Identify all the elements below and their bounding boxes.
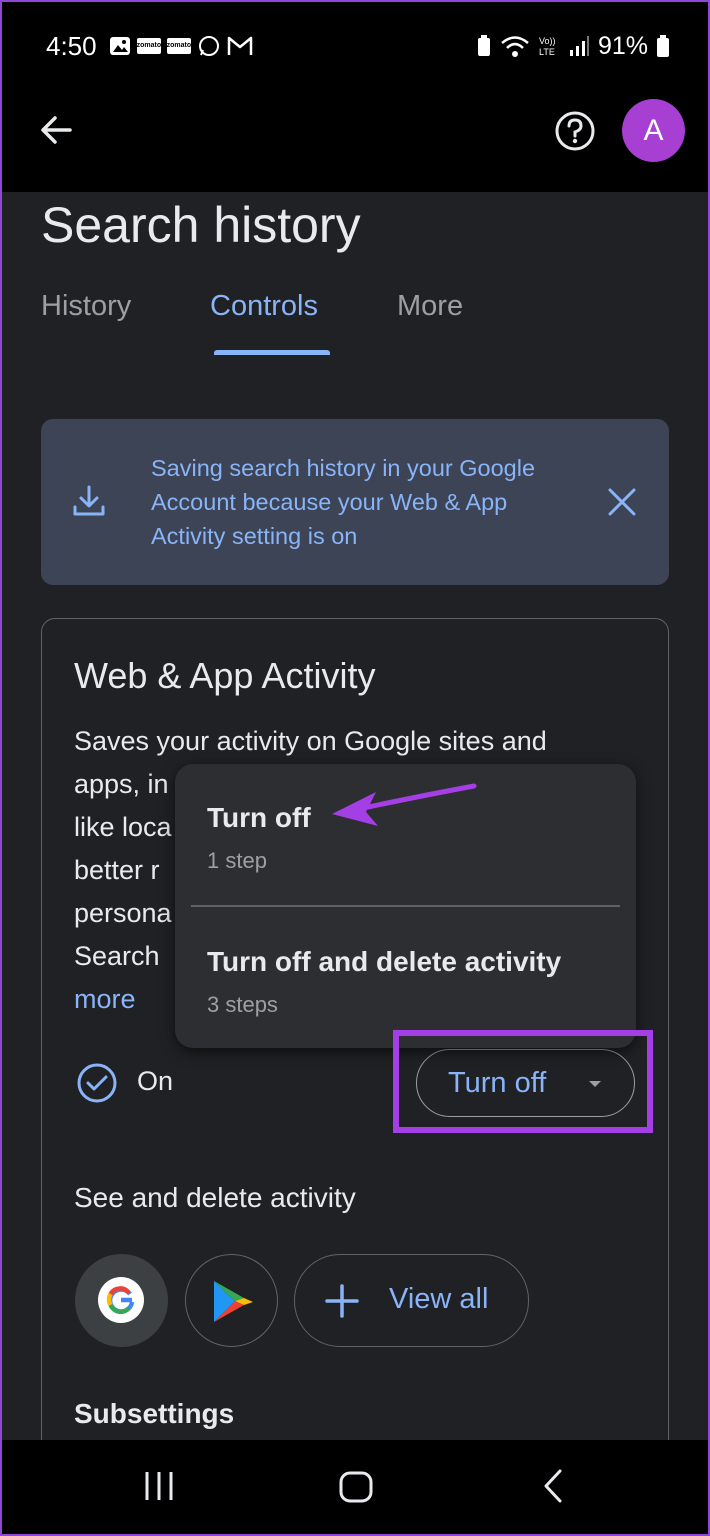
svg-text:Vo)): Vo)) [539,36,556,46]
option-subtitle: 1 step [207,848,267,873]
nav-back-icon[interactable] [542,1468,564,1504]
system-nav-bar [0,1440,710,1536]
top-app-bar: 4:50 zomato zomato Vo)) LTE 91% A [0,0,710,192]
annotation-arrow-icon [332,783,477,826]
zomato-icon: zomato [136,38,161,54]
recent-apps-icon[interactable] [144,1470,174,1502]
volte-icon: Vo))LTE [539,36,556,57]
card-title: Web & App Activity [74,655,376,696]
google-logo-backdrop [98,1277,144,1323]
view-all-label: View all [389,1283,489,1315]
whatsapp-icon [198,36,219,56]
notification-icons: zomato zomato [109,34,253,58]
banner-text: Saving search history in your Google Acc… [151,455,536,549]
annotation-highlight-box [393,1030,653,1133]
tab-more[interactable]: More [397,290,463,323]
page-title: Search history [41,197,361,253]
option-title: Turn off [207,802,311,833]
menu-divider [191,905,620,907]
google-activity-button[interactable] [75,1254,168,1347]
tab-controls[interactable]: Controls [210,290,318,323]
view-all-button[interactable]: View all [294,1254,529,1347]
desc-line: Saves your activity on Google sites and [74,726,547,756]
help-icon[interactable] [554,110,596,152]
signal-icon [569,36,589,56]
download-icon [73,485,105,516]
account-avatar[interactable]: A [622,99,685,162]
battery-saver-icon [477,35,490,56]
option-title: Turn off and delete activity [207,946,562,977]
subsettings-heading: Subsettings [74,1398,235,1429]
wifi-icon [501,36,529,57]
play-activity-button[interactable] [185,1254,278,1347]
gmail-icon [227,36,252,55]
see-delete-activity-title: See and delete activity [74,1182,356,1213]
back-arrow-icon[interactable] [36,110,76,150]
close-icon[interactable] [607,487,637,517]
battery-percent: 91% [597,31,648,60]
activity-status-label: On [137,1066,174,1096]
home-icon[interactable] [338,1470,374,1504]
status-bar: 4:50 zomato zomato Vo)) LTE 91% [46,28,670,64]
battery-icon [657,35,669,57]
active-tab-indicator [214,350,330,355]
plus-icon [325,1284,359,1318]
status-time: 4:50 [46,30,97,61]
google-g-icon [106,1286,135,1315]
tab-history[interactable]: History [41,290,131,323]
option-subtitle: 3 steps [207,992,278,1017]
status-right: Vo)) LTE 91% [476,32,670,61]
svg-text:LTE: LTE [539,47,555,57]
gallery-icon [109,37,130,55]
info-banner: Saving search history in your Google Acc… [41,419,669,585]
play-store-icon [214,1281,253,1322]
check-circle-icon [77,1063,117,1103]
zomato-icon: zomato [166,38,191,54]
